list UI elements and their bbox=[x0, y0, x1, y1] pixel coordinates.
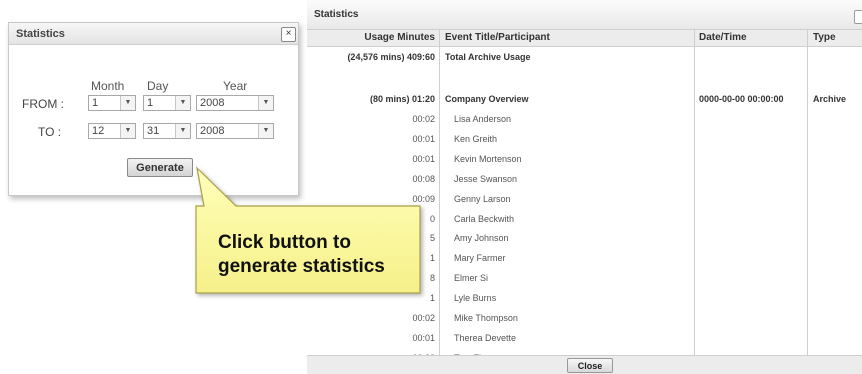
participant-name: Elmer Si bbox=[454, 273, 489, 284]
participant-name: Mike Thompson bbox=[454, 313, 518, 323]
column-divider bbox=[807, 30, 808, 356]
day-header: Day bbox=[147, 79, 169, 93]
column-header-datetime[interactable]: Date/Time bbox=[699, 32, 747, 43]
participant-usage: 00:08 bbox=[412, 173, 435, 184]
chevron-down-icon: ▼ bbox=[120, 96, 135, 110]
dialog-titlebar: Statistics × bbox=[9, 23, 298, 45]
event-type: Archive bbox=[813, 94, 847, 104]
callout-line-1: Click button to bbox=[218, 232, 351, 253]
to-year-value: 2008 bbox=[200, 125, 225, 137]
event-usage: (80 mins) 01:20 bbox=[369, 94, 435, 104]
column-divider bbox=[694, 30, 695, 356]
from-month-select[interactable]: 1 ▼ bbox=[88, 95, 136, 111]
report-close-icon[interactable] bbox=[854, 10, 862, 24]
participant-name: Genny Larson bbox=[454, 193, 511, 204]
report-titlebar: Statistics bbox=[307, 0, 862, 29]
chevron-down-icon: ▼ bbox=[175, 124, 190, 138]
event-title: Company Overview bbox=[445, 94, 529, 104]
from-year-value: 2008 bbox=[200, 97, 225, 109]
participant-name: Carla Beckwith bbox=[454, 213, 515, 224]
chevron-down-icon: ▼ bbox=[175, 96, 190, 110]
participant-name: Mary Farmer bbox=[454, 253, 506, 264]
column-divider bbox=[439, 30, 440, 356]
participant-name: Lisa Anderson bbox=[454, 114, 512, 124]
chevron-down-icon: ▼ bbox=[120, 124, 135, 138]
dialog-title: Statistics bbox=[16, 28, 65, 40]
to-label: TO : bbox=[38, 125, 62, 139]
column-header-usage[interactable]: Usage Minutes bbox=[364, 32, 435, 43]
callout-text: Click button to generate statistics bbox=[218, 231, 418, 279]
participant-name: Amy Johnson bbox=[454, 233, 509, 244]
participant-name: Ken Greith bbox=[454, 133, 498, 144]
participant-usage: 00:01 bbox=[412, 332, 435, 343]
to-day-value: 31 bbox=[147, 125, 160, 137]
chevron-down-icon: ▼ bbox=[258, 96, 273, 110]
participant-usage: 00:09 bbox=[412, 193, 435, 204]
from-label: FROM : bbox=[22, 97, 64, 111]
statistics-report-window: Statistics Usage Minutes Event Title/Par… bbox=[307, 0, 862, 374]
to-month-select[interactable]: 12 ▼ bbox=[88, 123, 136, 139]
participant-usage: 1 bbox=[429, 253, 435, 264]
chevron-down-icon: ▼ bbox=[258, 124, 273, 138]
participant-name: Therea Devette bbox=[454, 332, 517, 343]
participant-name: Jesse Swanson bbox=[454, 173, 518, 184]
generate-button[interactable]: Generate bbox=[127, 158, 193, 177]
from-day-select[interactable]: 1 ▼ bbox=[143, 95, 191, 111]
close-button[interactable]: Close bbox=[567, 358, 613, 373]
participant-usage: 1 bbox=[429, 293, 435, 304]
report-table: Usage Minutes Event Title/Participant Da… bbox=[307, 29, 862, 356]
summary-title: Total Archive Usage bbox=[445, 52, 531, 62]
participant-usage: 00:02 bbox=[412, 114, 435, 124]
callout-line-2: generate statistics bbox=[218, 256, 385, 277]
from-year-select[interactable]: 2008 ▼ bbox=[196, 95, 274, 111]
to-month-value: 12 bbox=[92, 125, 105, 137]
participant-usage: 0 bbox=[429, 213, 435, 224]
participant-usage: 8 bbox=[429, 273, 435, 284]
report-footer: Close bbox=[307, 355, 862, 374]
participant-name: Lyle Burns bbox=[454, 293, 497, 304]
to-day-select[interactable]: 31 ▼ bbox=[143, 123, 191, 139]
dialog-close-icon[interactable]: × bbox=[281, 27, 296, 42]
year-header: Year bbox=[223, 79, 248, 93]
participant-usage: 5 bbox=[429, 233, 435, 244]
column-header-event[interactable]: Event Title/Participant bbox=[445, 32, 550, 43]
participant-usage: 00:02 bbox=[412, 313, 435, 323]
statistics-dialog: Statistics × Month Day Year FROM : 1 ▼ 1… bbox=[8, 22, 299, 196]
column-header-type[interactable]: Type bbox=[813, 32, 836, 43]
month-header: Month bbox=[91, 79, 125, 93]
participant-name: Kevin Mortenson bbox=[454, 153, 522, 164]
from-day-value: 1 bbox=[147, 97, 154, 109]
to-year-select[interactable]: 2008 ▼ bbox=[196, 123, 274, 139]
participant-usage: 00:01 bbox=[412, 153, 435, 164]
report-title: Statistics bbox=[314, 9, 359, 20]
from-month-value: 1 bbox=[92, 97, 99, 109]
event-datetime: 0000-00-00 00:00:00 bbox=[699, 94, 784, 104]
summary-usage: (24,576 mins) 409:60 bbox=[347, 52, 435, 62]
participant-usage: 00:01 bbox=[412, 133, 435, 144]
